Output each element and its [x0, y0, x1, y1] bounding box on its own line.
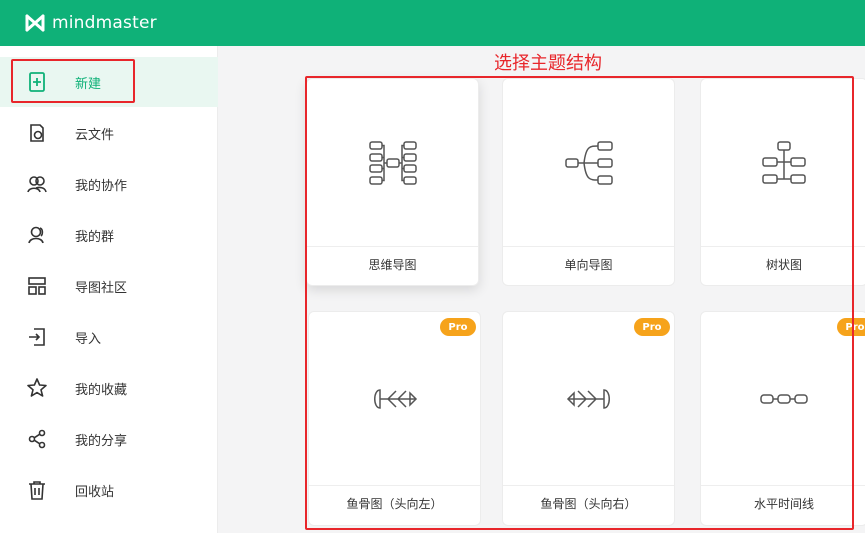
sidebar-item-collaboration[interactable]: 我的协作 [0, 159, 218, 209]
sidebar-item-group[interactable]: 我的群 [0, 210, 218, 260]
sidebar-item-label: 我的收藏 [75, 382, 128, 398]
sidebar-item-import[interactable]: 导入 [0, 312, 218, 362]
sidebar-item-trash[interactable]: 回收站 [0, 465, 218, 515]
card-label: 单向导图 [564, 258, 613, 272]
card-preview [701, 79, 865, 247]
sidebar-item-label: 我的分享 [75, 433, 128, 449]
community-icon [28, 277, 46, 295]
new-file-icon [29, 72, 45, 92]
card-label: 鱼骨图（头向左） [346, 497, 443, 511]
cloud-file-icon [30, 124, 44, 142]
template-card-fishbone-right[interactable]: Pro 鱼骨图（头向右） [502, 311, 675, 526]
tree-chart-icon [762, 140, 806, 184]
template-card-fishbone-left[interactable]: Pro 鱼骨图（头向左） [308, 311, 481, 526]
sidebar-item-community[interactable]: 导图社区 [0, 261, 218, 311]
template-card-one-way-map[interactable]: 单向导图 [502, 78, 675, 286]
fishbone-left-icon [373, 388, 417, 409]
card-label: 思维导图 [368, 258, 417, 272]
template-card-mind-map[interactable]: 思维导图 [306, 78, 479, 286]
sidebar-item-cloud-files[interactable]: 云文件 [0, 108, 218, 158]
app-name: mindmaster [52, 13, 157, 33]
collaboration-icon [27, 176, 47, 193]
one-way-map-icon [564, 140, 613, 185]
pro-badge: Pro [634, 318, 670, 336]
card-label: 树状图 [765, 258, 802, 272]
sidebar-item-label: 新建 [75, 76, 102, 92]
pro-badge: Pro [440, 318, 476, 336]
mindmaster-logo-icon [25, 14, 45, 32]
top-bar: mindmaster [0, 0, 865, 46]
share-icon [28, 429, 46, 449]
card-preview [309, 312, 480, 486]
import-icon [29, 328, 45, 346]
sidebar-item-new[interactable]: 新建 [0, 57, 218, 107]
fishbone-right-icon [566, 388, 610, 409]
card-label: 水平时间线 [753, 497, 814, 511]
sidebar-item-label: 导入 [75, 331, 102, 347]
sidebar-item-label: 云文件 [75, 127, 115, 143]
sidebar-item-favorites[interactable]: 我的收藏 [0, 363, 218, 413]
pro-badge: Pro [837, 318, 865, 336]
card-preview [701, 312, 865, 486]
sidebar: 新建 云文件 我的协作 我的群 导图社区 导入 我的收藏 我的分享 回收站 [0, 46, 218, 533]
sidebar-item-label: 导图社区 [75, 280, 128, 296]
group-icon [28, 226, 44, 244]
card-preview [503, 79, 674, 247]
sidebar-item-label: 回收站 [75, 484, 115, 500]
card-preview [307, 79, 478, 247]
sidebar-item-shares[interactable]: 我的分享 [0, 414, 218, 464]
template-card-timeline[interactable]: Pro 水平时间线 [700, 311, 865, 526]
trash-icon [29, 481, 45, 500]
star-icon [27, 378, 47, 397]
sidebar-item-label: 我的群 [75, 229, 115, 245]
app-logo[interactable]: mindmaster [25, 13, 157, 33]
sidebar-item-label: 我的协作 [75, 178, 128, 194]
timeline-icon [760, 393, 808, 404]
template-card-tree-chart[interactable]: 树状图 [700, 78, 865, 286]
mind-map-icon [368, 140, 417, 185]
annotation-text: 选择主题结构 [494, 53, 602, 74]
card-label: 鱼骨图（头向右） [540, 497, 637, 511]
card-preview [503, 312, 674, 486]
